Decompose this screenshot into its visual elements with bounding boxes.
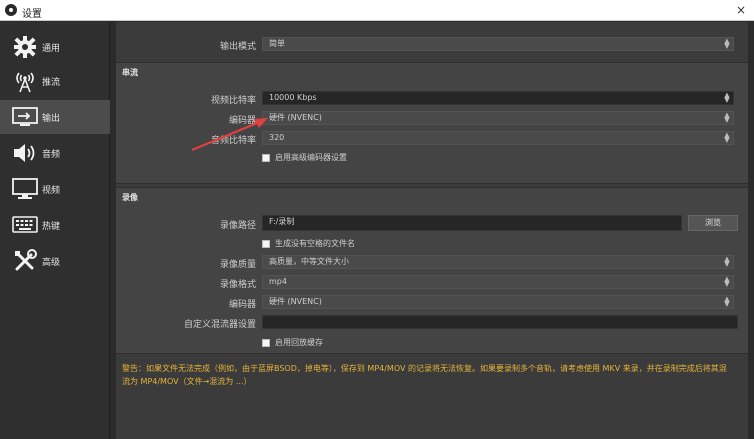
advanced-encoder-checkbox-label: 启用高级编码器设置 xyxy=(275,153,347,162)
stream-encoder-select[interactable]: 硬件 (NVENC) ▲ ▼ xyxy=(262,111,734,125)
browse-button[interactable]: 浏览 xyxy=(688,215,738,231)
speaker-icon xyxy=(10,140,40,166)
custom-muxer-label: 自定义混流器设置 xyxy=(183,320,256,330)
output-mode-label: 输出模式 xyxy=(219,42,256,52)
sidebar-item-output[interactable]: 输出 xyxy=(0,100,110,134)
chevron-updown-icon: ▲ ▼ xyxy=(724,275,730,288)
settings-sidebar: 通用 推流 输出 音频 视频 热键 高级 xyxy=(0,22,110,439)
recording-quality-label: 录像质量 xyxy=(219,260,256,270)
sidebar-item-hotkeys[interactable]: 热键 xyxy=(0,208,110,242)
sidebar-item-label: 视频 xyxy=(42,186,61,196)
recording-path-input[interactable]: F:/录制 xyxy=(262,215,682,231)
chevron-updown-icon: ▲ ▼ xyxy=(724,295,730,308)
sidebar-item-label: 音频 xyxy=(42,150,61,160)
sidebar-item-label: 热键 xyxy=(42,222,61,232)
recording-encoder-label: 编码器 xyxy=(228,300,256,310)
audio-bitrate-select[interactable]: 320 ▲ ▼ xyxy=(262,131,734,145)
mp4-warning-text: 警告：如果文件无法完成（例如，由于蓝屏BSOD，掉电等），保存到 MP4/MOV… xyxy=(122,364,727,386)
title-bar: 设置 × xyxy=(0,0,754,21)
chevron-updown-icon: ▲ ▼ xyxy=(724,255,730,268)
sidebar-item-general[interactable]: 通用 xyxy=(0,30,110,64)
advanced-encoder-checkbox-row[interactable]: 启用高级编码器设置 xyxy=(262,152,347,163)
sidebar-item-label: 输出 xyxy=(42,114,61,124)
chevron-updown-icon: ▲ ▼ xyxy=(724,111,730,124)
close-icon[interactable]: × xyxy=(736,3,746,17)
recording-section-title: 录像 xyxy=(122,193,138,202)
streaming-section: 串流 视频比特率 10000 Kbps ▲ ▼ 编码器 硬件 (NVENC) ▲ ▼… xyxy=(116,62,748,184)
no-space-filename-checkbox-row[interactable]: 生成没有空格的文件名 xyxy=(262,238,355,249)
recording-path-value: F:/录制 xyxy=(269,217,295,226)
video-bitrate-spinbox[interactable]: 10000 Kbps ▲ ▼ xyxy=(262,91,734,105)
monitor-icon xyxy=(10,176,40,202)
recording-quality-value: 高质量，中等文件大小 xyxy=(269,257,349,266)
output-icon xyxy=(10,104,40,130)
recording-quality-select[interactable]: 高质量，中等文件大小 ▲ ▼ xyxy=(262,255,734,269)
video-bitrate-value: 10000 Kbps xyxy=(269,93,317,102)
stream-encoder-value: 硬件 (NVENC) xyxy=(269,113,322,122)
recording-encoder-value: 硬件 (NVENC) xyxy=(269,297,322,306)
sidebar-item-label: 推流 xyxy=(42,78,61,88)
replay-buffer-checkbox[interactable] xyxy=(262,338,270,347)
obs-logo-icon xyxy=(5,4,17,16)
output-settings-panel: 输出模式 简单 ▲ ▼ 串流 视频比特率 10000 Kbps ▲ ▼ 编码器 硬件… xyxy=(116,22,748,439)
custom-muxer-input[interactable] xyxy=(262,315,738,329)
tools-icon xyxy=(10,248,40,274)
output-mode-value: 简单 xyxy=(269,39,285,48)
advanced-encoder-checkbox[interactable] xyxy=(262,153,270,162)
no-space-filename-checkbox[interactable] xyxy=(262,239,270,248)
streaming-section-title: 串流 xyxy=(122,68,138,77)
audio-bitrate-label: 音频比特率 xyxy=(210,136,256,146)
spin-arrows-icon[interactable]: ▲ ▼ xyxy=(723,92,731,104)
sidebar-item-audio[interactable]: 音频 xyxy=(0,136,110,170)
recording-encoder-select[interactable]: 硬件 (NVENC) ▲ ▼ xyxy=(262,295,734,309)
gear-icon xyxy=(10,34,40,60)
sidebar-item-label: 通用 xyxy=(42,44,61,54)
chevron-updown-icon: ▲ ▼ xyxy=(724,131,730,144)
stream-encoder-label: 编码器 xyxy=(228,116,256,126)
sidebar-item-label: 高级 xyxy=(42,258,61,268)
no-space-filename-checkbox-label: 生成没有空格的文件名 xyxy=(275,239,355,248)
recording-format-value: mp4 xyxy=(269,277,287,286)
recording-format-select[interactable]: mp4 ▲ ▼ xyxy=(262,275,734,289)
replay-buffer-checkbox-row[interactable]: 启用回放缓存 xyxy=(262,337,323,348)
chevron-updown-icon: ▲ ▼ xyxy=(724,37,730,50)
sidebar-item-advanced[interactable]: 高级 xyxy=(0,244,110,278)
sidebar-item-video[interactable]: 视频 xyxy=(0,172,110,206)
replay-buffer-checkbox-label: 启用回放缓存 xyxy=(275,338,323,347)
antenna-icon xyxy=(10,68,40,94)
video-bitrate-label: 视频比特率 xyxy=(210,96,256,106)
recording-section: 录像 录像路径 F:/录制 浏览 生成没有空格的文件名 录像质量 高质量，中等文… xyxy=(116,187,748,354)
sidebar-item-stream[interactable]: 推流 xyxy=(0,64,110,98)
audio-bitrate-value: 320 xyxy=(269,133,285,142)
window-title: 设置 xyxy=(22,9,42,20)
keyboard-icon xyxy=(10,212,40,238)
recording-path-label: 录像路径 xyxy=(219,221,256,231)
recording-format-label: 录像格式 xyxy=(219,280,256,290)
output-mode-select[interactable]: 简单 ▲ ▼ xyxy=(262,37,734,51)
